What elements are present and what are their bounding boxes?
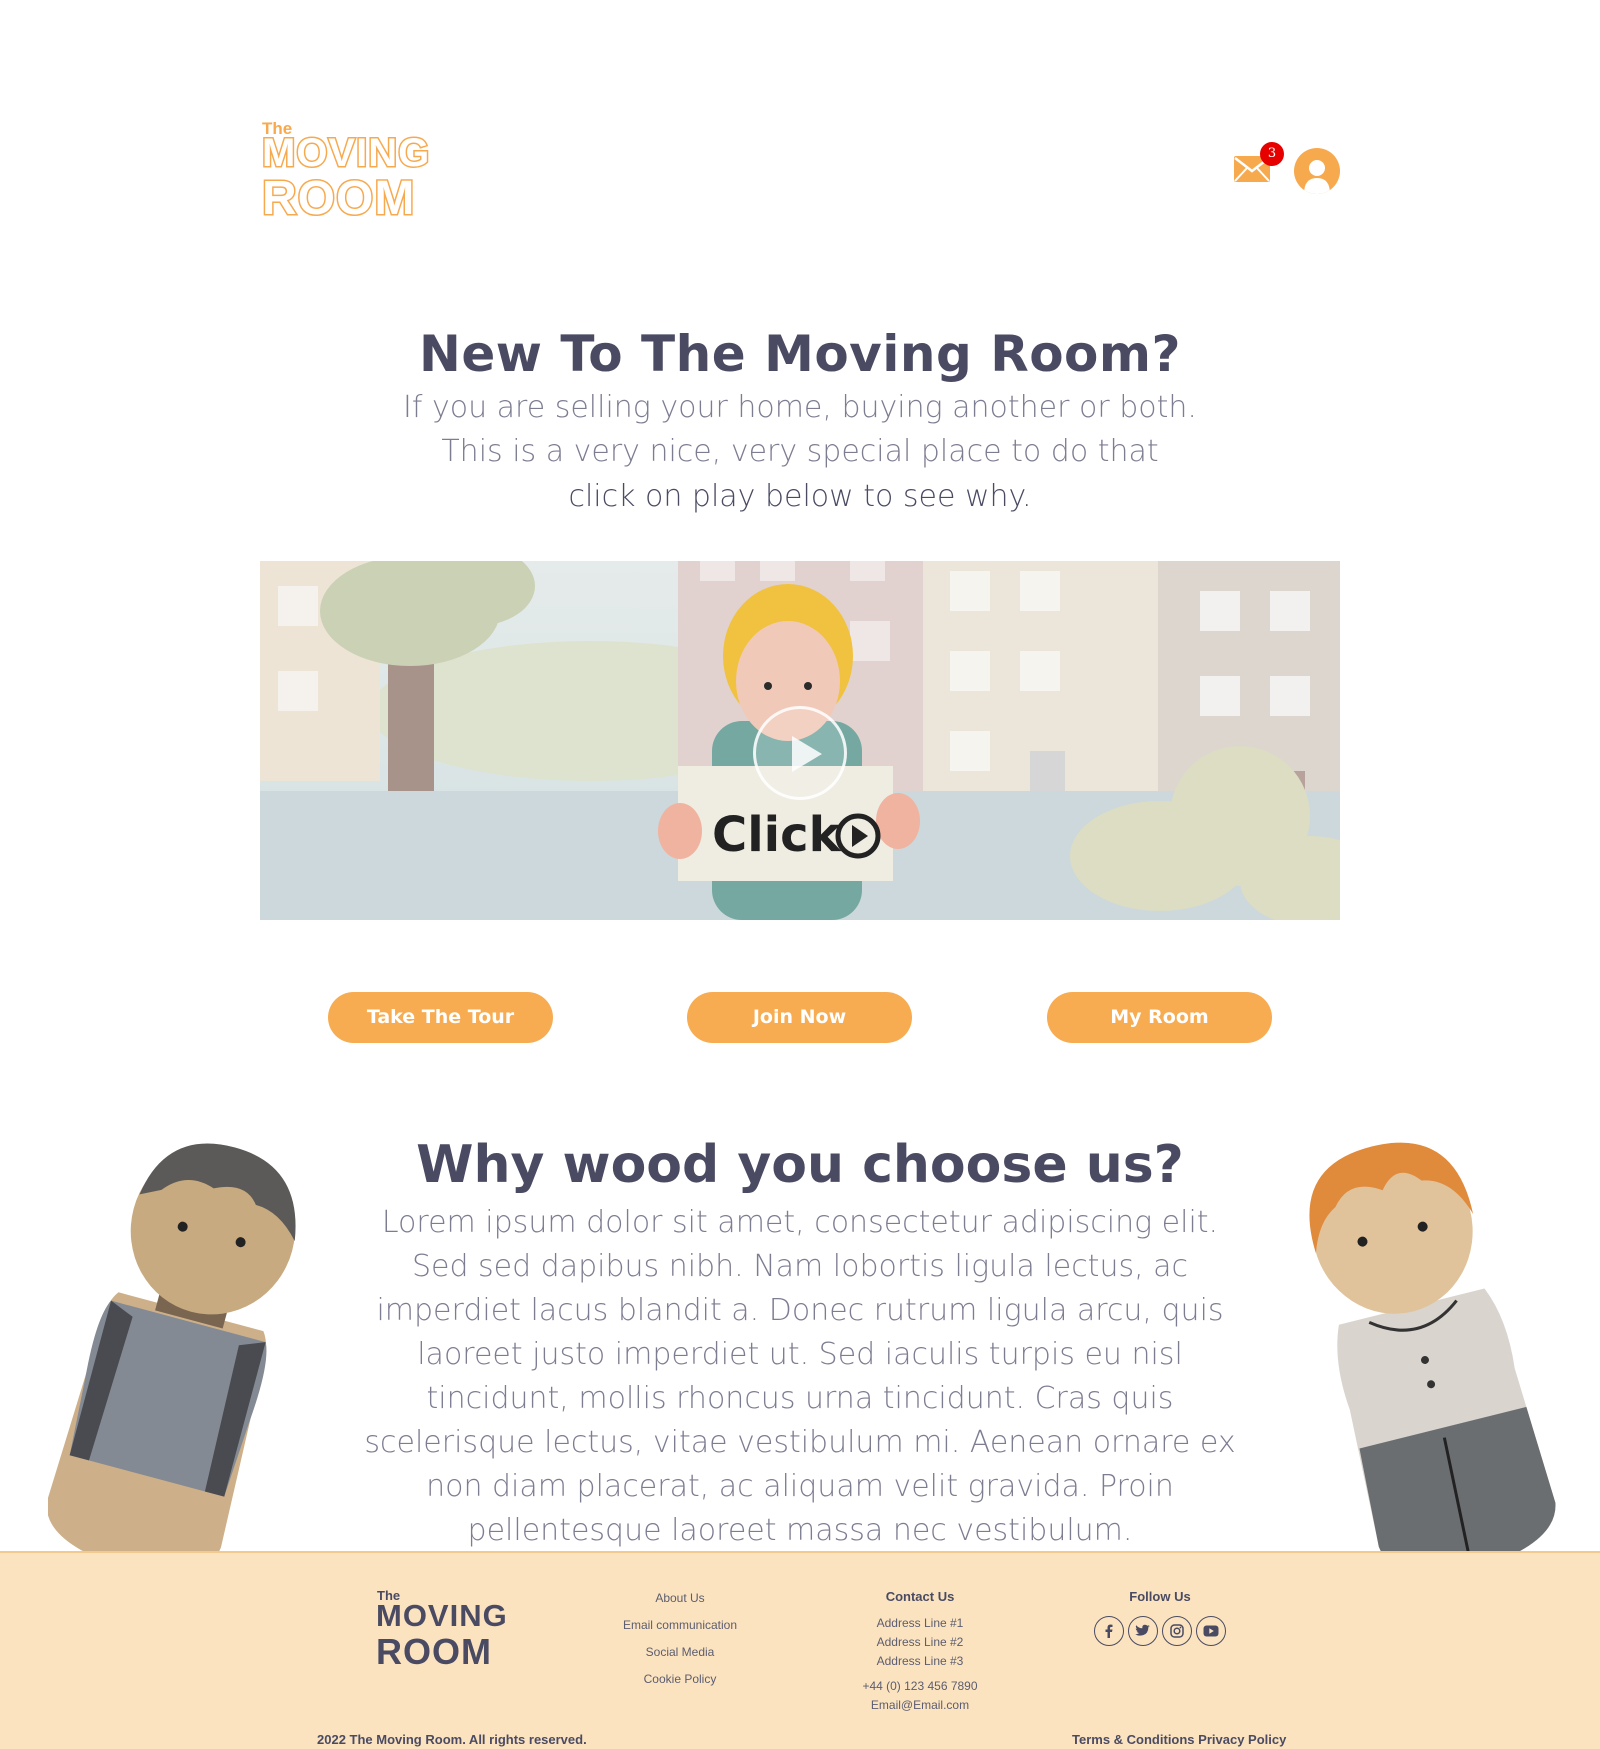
privacy-link[interactable]: Privacy Policy [1198,1732,1286,1747]
facebook-icon[interactable] [1094,1616,1124,1646]
address-line-2: Address Line #2 [876,1635,964,1649]
footer-link-about[interactable]: About Us [600,1591,760,1605]
footer-links: About Us Email communication Social Medi… [600,1591,760,1699]
social-icons [1080,1616,1240,1646]
video-sign-text: Click [712,807,842,863]
my-room-button[interactable]: My Room [1047,992,1272,1043]
youtube-icon[interactable] [1196,1616,1226,1646]
peg-doll-man-image [48,1143,296,1573]
notification-badge: 3 [1260,142,1284,166]
logo-moving: MOVING [260,130,431,177]
footer-logo[interactable]: The MOVING ROOM [376,1588,508,1672]
hero-title: New To The Moving Room? [418,325,1182,383]
why-body: Lorem ipsum dolor sit amet, consectetur … [364,1205,1236,1548]
logo-room: ROOM [260,171,416,227]
site-logo[interactable]: The MOVING ROOM [258,113,430,227]
footer-follow: Follow Us [1080,1589,1240,1646]
hero-line-3: click on play below to see why. [568,479,1032,514]
legal-links: Terms & Conditions Privacy Policy [1072,1732,1286,1747]
terms-link[interactable]: Terms & Conditions [1072,1732,1195,1747]
play-button-icon[interactable] [753,706,847,800]
address-line-1: Address Line #1 [876,1616,964,1630]
take-the-tour-button[interactable]: Take The Tour [328,992,553,1043]
hero-line-1: If you are selling your home, buying ano… [403,390,1197,425]
contact-email[interactable]: Email@Email.com [830,1698,1010,1712]
hero-line-2: This is a very nice, very special place … [441,434,1159,469]
footer-link-cookie[interactable]: Cookie Policy [600,1672,760,1686]
intro-video[interactable]: Click [260,561,1340,920]
user-avatar-icon[interactable] [1294,148,1340,194]
contact-heading: Contact Us [885,1589,955,1604]
footer-contact: Contact Us Address Line #1 Address Line … [830,1589,1010,1717]
instagram-icon[interactable] [1162,1616,1192,1646]
address-line-3: Address Line #3 [876,1654,964,1668]
footer-link-social[interactable]: Social Media [600,1645,760,1659]
footer-logo-room: ROOM [376,1631,492,1672]
site-footer: The MOVING ROOM About Us Email communica… [0,1551,1600,1749]
join-now-button[interactable]: Join Now [687,992,912,1043]
copyright-text: 2022 The Moving Room. All rights reserve… [317,1732,587,1747]
follow-heading: Follow Us [1129,1589,1191,1604]
contact-phone[interactable]: +44 (0) 123 456 7890 [830,1679,1010,1693]
peg-doll-woman-image [1309,1142,1556,1574]
twitter-icon[interactable] [1128,1616,1158,1646]
footer-logo-moving: MOVING [376,1598,508,1633]
footer-link-email[interactable]: Email communication [600,1618,760,1632]
